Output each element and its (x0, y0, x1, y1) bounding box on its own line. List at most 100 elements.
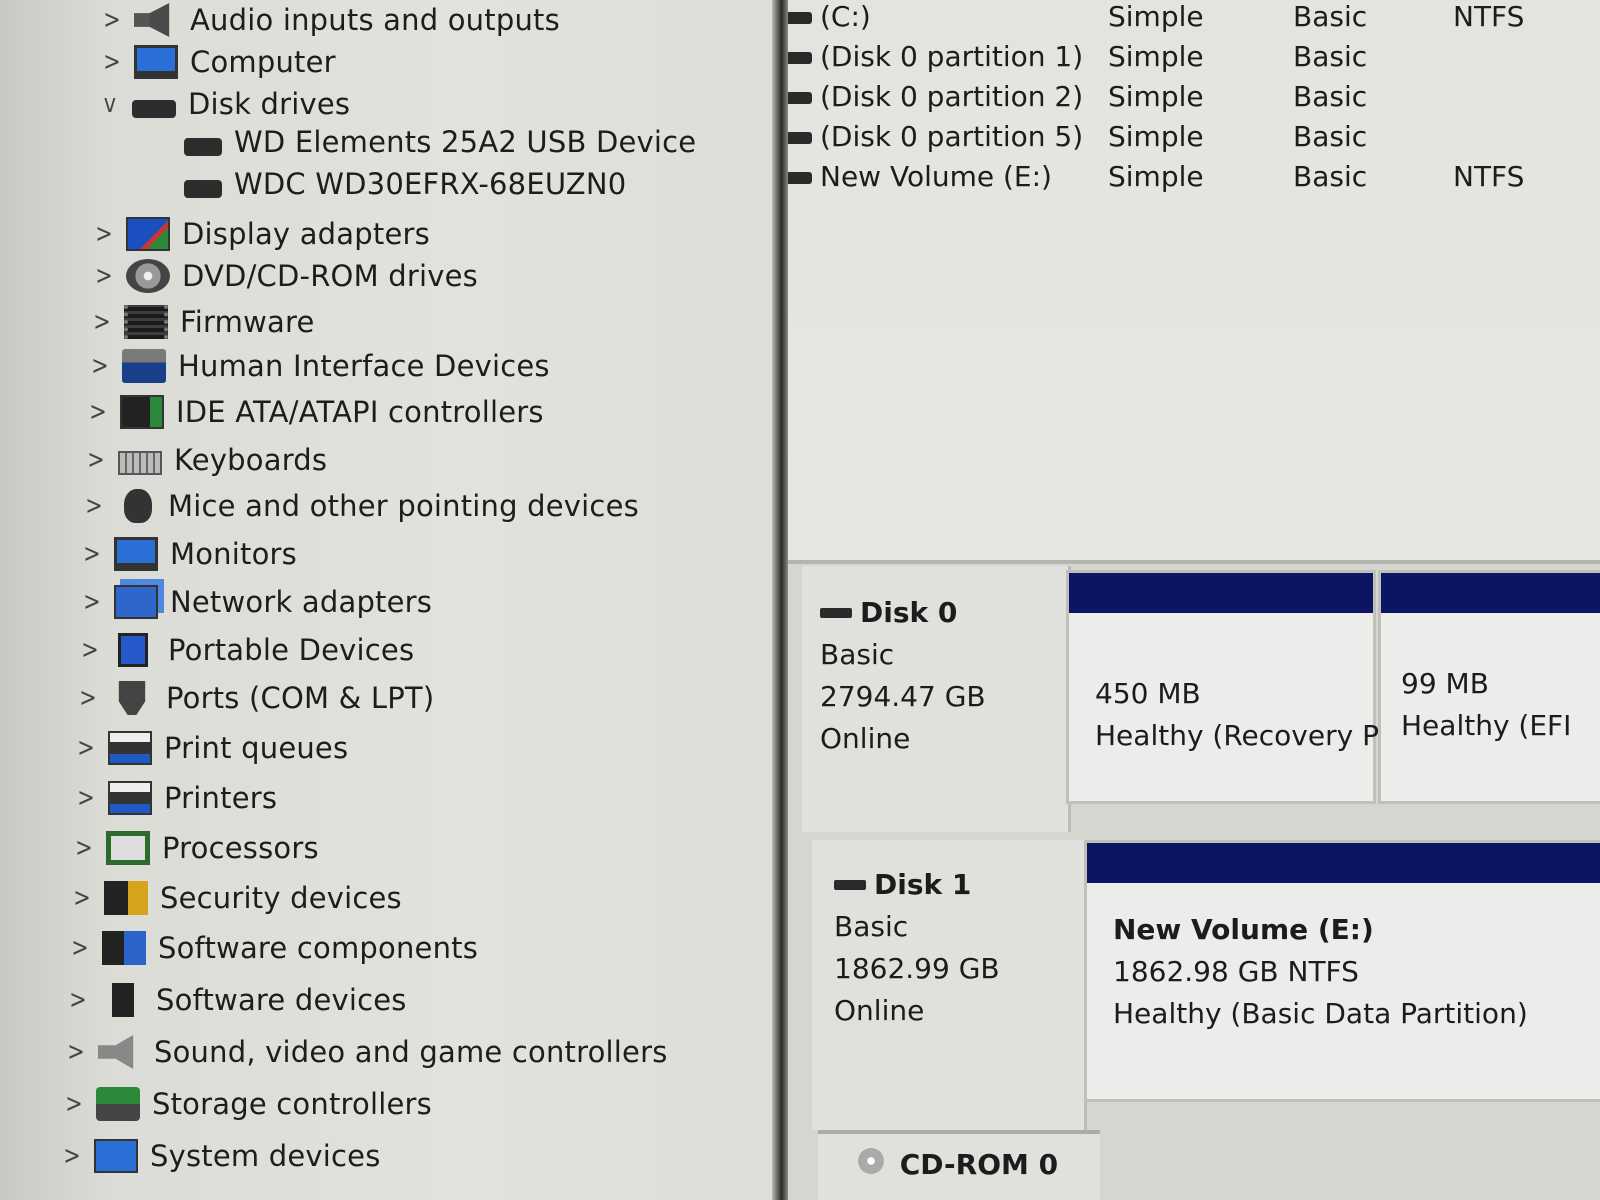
chevron-right-icon[interactable]: > (87, 351, 113, 381)
disk-icon (834, 880, 866, 890)
disk-icon (820, 608, 852, 618)
volume-row[interactable]: New Volume (E:) Simple Basic NTFS (788, 160, 1600, 200)
security-device-icon (104, 881, 148, 915)
volume-type: Basic (1293, 120, 1368, 153)
chevron-right-icon[interactable]: > (85, 397, 111, 427)
device-tree-category[interactable]: > Keyboards (80, 440, 327, 480)
chevron-right-icon[interactable]: > (71, 833, 97, 863)
volume-row[interactable]: (Disk 0 partition 1) Simple Basic (788, 40, 1600, 80)
device-tree-label: Sound, video and game controllers (154, 1035, 668, 1069)
chevron-right-icon[interactable]: > (69, 883, 95, 913)
volume-type: Basic (1293, 80, 1368, 113)
cd-icon (858, 1148, 884, 1174)
chevron-right-icon[interactable]: > (91, 219, 117, 249)
device-tree: > Audio inputs and outputs > Computer v Disk … (0, 0, 772, 1200)
volume-type: Basic (1293, 0, 1368, 33)
device-tree-category[interactable]: > Audio inputs and outputs (96, 0, 560, 40)
device-tree-label: Mice and other pointing devices (168, 489, 639, 523)
partition-status: Healthy (Recovery P (1095, 719, 1379, 752)
device-tree-label: DVD/CD-ROM drives (182, 259, 478, 293)
chevron-right-icon[interactable]: > (79, 539, 105, 569)
device-tree-category[interactable]: > Network adapters (76, 582, 432, 622)
device-tree-category[interactable]: > System devices (56, 1136, 381, 1176)
volume-name: (C:) (820, 0, 871, 33)
display-adapter-icon (126, 217, 170, 251)
chevron-right-icon[interactable]: > (65, 985, 91, 1015)
device-tree-label: Network adapters (170, 585, 433, 619)
chevron-right-icon[interactable]: > (67, 933, 93, 963)
disk-1-size: 1862.99 GB (834, 952, 1000, 985)
disk-1-partition-e[interactable]: New Volume (E:) 1862.98 GB NTFS Healthy … (1084, 840, 1600, 1102)
firmware-icon (124, 305, 168, 339)
chevron-right-icon[interactable]: > (75, 683, 101, 713)
device-tree-label: Printers (164, 781, 278, 815)
device-tree-category[interactable]: > Software components (64, 928, 478, 968)
partition-bar (1381, 573, 1600, 613)
device-tree-category[interactable]: > Computer (96, 42, 336, 82)
device-tree-label: Processors (162, 831, 319, 865)
volume-row[interactable]: (C:) Simple Basic NTFS (788, 0, 1600, 40)
device-tree-category[interactable]: > IDE ATA/ATAPI controllers (82, 392, 544, 432)
volume-layout: Simple (1108, 160, 1204, 193)
chevron-right-icon[interactable]: > (61, 1089, 87, 1119)
printer-icon (108, 781, 152, 815)
chevron-right-icon[interactable]: > (73, 783, 99, 813)
volume-name: New Volume (E:) (820, 160, 1052, 193)
chevron-right-icon[interactable]: > (91, 261, 117, 291)
device-tree-category[interactable]: > Ports (COM & LPT) (72, 678, 434, 718)
disk-0-info[interactable]: Disk 0 Basic 2794.47 GB Online (802, 566, 1071, 832)
device-tree-category[interactable]: > Software devices (62, 980, 407, 1020)
device-tree-category[interactable]: > Display adapters (88, 214, 430, 254)
device-tree-category[interactable]: > Security devices (66, 878, 402, 918)
device-tree-label: Software devices (156, 983, 407, 1017)
volume-icon (788, 132, 812, 144)
device-tree-child-item[interactable]: WD Elements 25A2 USB Device (178, 122, 696, 162)
device-tree-category[interactable]: v Disk drives (94, 84, 350, 124)
chevron-right-icon[interactable]: > (59, 1141, 85, 1171)
cdrom-0-info[interactable]: CD-ROM 0 (818, 1130, 1100, 1200)
disk-0-size: 2794.47 GB (820, 680, 986, 713)
chevron-right-icon[interactable]: > (63, 1037, 89, 1067)
disk-0-partition-efi[interactable]: 99 MB Healthy (EFI (1378, 570, 1600, 804)
chevron-right-icon[interactable]: > (73, 733, 99, 763)
disk-drive-icon (184, 138, 222, 156)
partition-size: 99 MB (1401, 667, 1489, 700)
device-tree-category[interactable]: > Storage controllers (58, 1084, 432, 1124)
device-tree-label: Keyboards (174, 443, 328, 477)
device-tree-category[interactable]: > Printers (70, 778, 277, 818)
device-tree-label: Security devices (160, 881, 402, 915)
computer-icon (134, 45, 178, 79)
volume-name: (Disk 0 partition 1) (820, 40, 1084, 73)
chevron-right-icon[interactable]: > (99, 47, 125, 77)
storage-controller-icon (96, 1087, 140, 1121)
device-tree-category[interactable]: > Firmware (86, 302, 315, 342)
pane-splitter[interactable] (772, 0, 788, 1200)
device-tree-category[interactable]: > Human Interface Devices (84, 346, 550, 386)
device-tree-label: Computer (190, 45, 336, 79)
disk-0-partition-recovery[interactable]: 450 MB Healthy (Recovery P (1066, 570, 1379, 804)
chevron-right-icon[interactable]: > (99, 5, 125, 35)
dvd-icon (126, 259, 170, 293)
chevron-down-icon[interactable]: v (97, 89, 123, 119)
device-tree-child-item[interactable]: WDC WD30EFRX-68EUZN0 (178, 164, 626, 204)
device-tree-category[interactable]: > Monitors (76, 534, 297, 574)
device-tree-category[interactable]: > Processors (68, 828, 319, 868)
device-tree-category[interactable]: > Print queues (70, 728, 348, 768)
device-tree-category[interactable]: > Sound, video and game controllers (60, 1032, 668, 1072)
disk-1-info[interactable]: Disk 1 Basic 1862.99 GB Online (812, 840, 1087, 1130)
chevron-right-icon[interactable]: > (77, 635, 103, 665)
chevron-right-icon[interactable]: > (83, 445, 109, 475)
volume-row[interactable]: (Disk 0 partition 2) Simple Basic (788, 80, 1600, 120)
device-tree-label: Portable Devices (168, 633, 415, 667)
chevron-right-icon[interactable]: > (89, 307, 115, 337)
volume-row[interactable]: (Disk 0 partition 5) Simple Basic (788, 120, 1600, 160)
volume-list: (C:) Simple Basic NTFS (Disk 0 partition 1) S… (788, 0, 1600, 564)
chevron-right-icon[interactable]: > (81, 491, 107, 521)
speaker-icon (134, 3, 170, 37)
device-tree-category[interactable]: > Portable Devices (74, 630, 414, 670)
partition-status: Healthy (EFI (1401, 709, 1572, 742)
chevron-right-icon[interactable]: > (79, 587, 105, 617)
device-tree-label: Storage controllers (152, 1087, 432, 1121)
device-tree-category[interactable]: > DVD/CD-ROM drives (88, 256, 478, 296)
device-tree-category[interactable]: > Mice and other pointing devices (78, 486, 639, 526)
